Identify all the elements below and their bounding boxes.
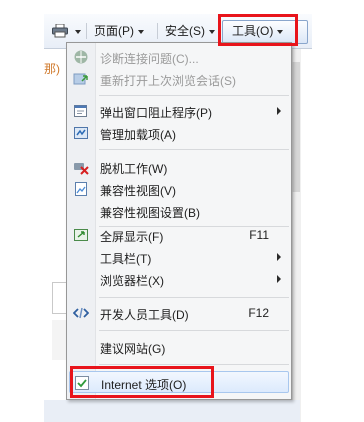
page-bottom-fragment xyxy=(44,400,300,422)
page-panel-fragment xyxy=(52,320,66,360)
print-dropdown[interactable] xyxy=(71,22,81,40)
menu-item-developer-tools[interactable]: 开发人员工具(D) F12 xyxy=(67,302,291,324)
menu-item-label: 脱机工作(W) xyxy=(100,162,168,176)
menu-item-diagnose-connection[interactable]: 诊断连接问题(C)... xyxy=(67,46,291,68)
print-icon[interactable] xyxy=(52,23,68,38)
menu-item-label: 兼容性视图(V) xyxy=(100,184,176,198)
menu-separator xyxy=(99,95,289,96)
compat-view-icon xyxy=(73,181,89,197)
page-text-fragment: 那) xyxy=(44,62,60,76)
tools-dropdown-menu: 诊断连接问题(C)... 重新打开上次浏览会话(S) 弹出窗口阻止程序(P) 管… xyxy=(66,42,292,400)
menu-item-label: 建议网站(G) xyxy=(100,342,166,356)
menu-item-compat-view-settings[interactable]: 兼容性视图设置(B) xyxy=(67,200,291,222)
chevron-down-icon xyxy=(138,29,144,34)
menu-item-compat-view[interactable]: 兼容性视图(V) xyxy=(67,178,291,200)
menu-item-label: 管理加载项(A) xyxy=(100,128,176,142)
dev-tools-icon xyxy=(72,305,90,321)
menu-item-popup-blocker[interactable]: 弹出窗口阻止程序(P) xyxy=(67,100,291,122)
menu-item-label: 兼容性视图设置(B) xyxy=(100,206,200,220)
menu-separator xyxy=(99,149,289,150)
menu-separator xyxy=(99,364,289,365)
menu-item-label: 全屏显示(F) xyxy=(100,230,164,244)
fullscreen-icon xyxy=(73,227,89,243)
work-offline-icon xyxy=(73,159,89,175)
menu-separator xyxy=(99,330,289,331)
safety-menu-button[interactable]: 安全(S) xyxy=(165,22,215,40)
submenu-arrow-icon xyxy=(277,253,281,261)
chevron-down-icon xyxy=(209,29,215,34)
menu-item-label: 弹出窗口阻止程序(P) xyxy=(100,106,212,120)
safety-menu-label: 安全(S) xyxy=(165,24,205,38)
page-menu-label: 页面(P) xyxy=(94,24,134,38)
submenu-arrow-icon xyxy=(277,275,281,283)
menu-item-toolbars[interactable]: 工具栏(T) xyxy=(67,246,291,268)
menu-item-manage-addons[interactable]: 管理加载项(A) xyxy=(67,122,291,144)
menu-item-label: 诊断连接问题(C)... xyxy=(100,52,199,66)
menu-item-fullscreen[interactable]: 全屏显示(F) F11 xyxy=(67,224,291,246)
page-menu-button[interactable]: 页面(P) xyxy=(94,22,144,40)
toolbar-divider xyxy=(157,23,158,39)
addons-icon xyxy=(73,125,89,141)
shortcut-f12: F12 xyxy=(248,306,269,320)
submenu-arrow-icon xyxy=(277,107,281,115)
shortcut-f11: F11 xyxy=(249,228,269,242)
scrollbar-thumb[interactable] xyxy=(292,62,300,192)
menu-item-label: 开发人员工具(D) xyxy=(100,308,189,322)
menu-separator xyxy=(99,297,289,298)
tools-highlight-box xyxy=(218,14,298,46)
menu-item-label: 浏览器栏(X) xyxy=(100,274,164,288)
reopen-session-icon xyxy=(73,71,89,87)
internet-options-highlight-box xyxy=(70,366,214,398)
chevron-down-icon xyxy=(75,29,81,34)
menu-item-reopen-session[interactable]: 重新打开上次浏览会话(S) xyxy=(67,68,291,90)
menu-item-suggested-sites[interactable]: 建议网站(G) xyxy=(67,336,291,358)
toolbar-divider xyxy=(86,23,87,39)
popup-blocker-icon xyxy=(73,103,89,119)
diagnose-icon xyxy=(73,49,89,65)
menu-item-label: 重新打开上次浏览会话(S) xyxy=(100,74,236,88)
page-content-fragment xyxy=(44,48,66,422)
menu-item-work-offline[interactable]: 脱机工作(W) xyxy=(67,156,291,178)
menu-item-explorer-bars[interactable]: 浏览器栏(X) xyxy=(67,268,291,290)
menu-item-label: 工具栏(T) xyxy=(100,252,152,266)
